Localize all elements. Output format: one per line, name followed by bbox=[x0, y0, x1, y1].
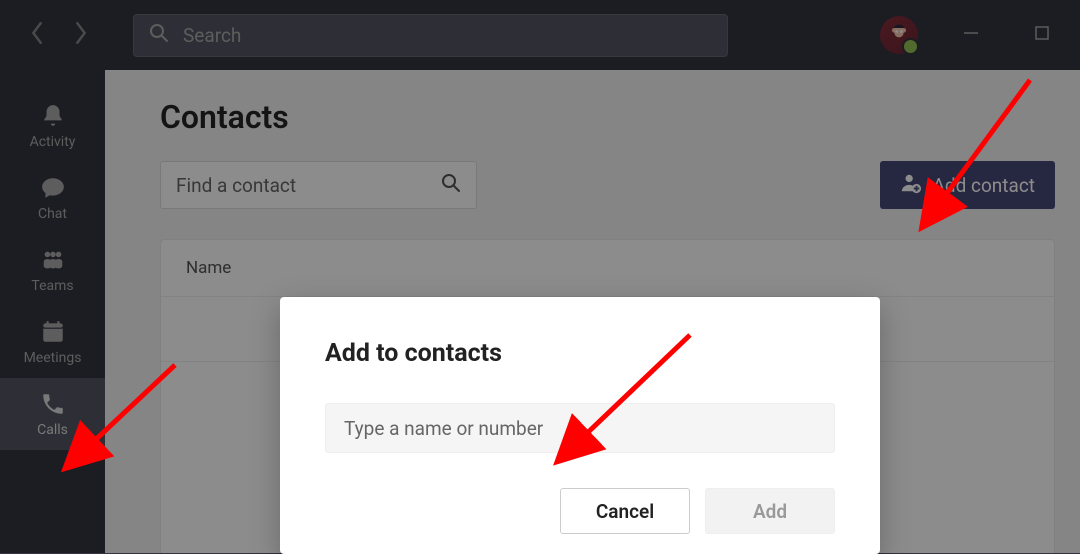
name-or-number-input[interactable] bbox=[325, 403, 835, 453]
modal-overlay[interactable]: Add to contacts Cancel Add bbox=[0, 0, 1080, 553]
cancel-button[interactable]: Cancel bbox=[560, 488, 690, 534]
modal-title: Add to contacts bbox=[325, 339, 835, 368]
modal-actions: Cancel Add bbox=[325, 488, 835, 534]
add-button[interactable]: Add bbox=[705, 488, 835, 534]
add-to-contacts-modal: Add to contacts Cancel Add bbox=[280, 297, 880, 554]
